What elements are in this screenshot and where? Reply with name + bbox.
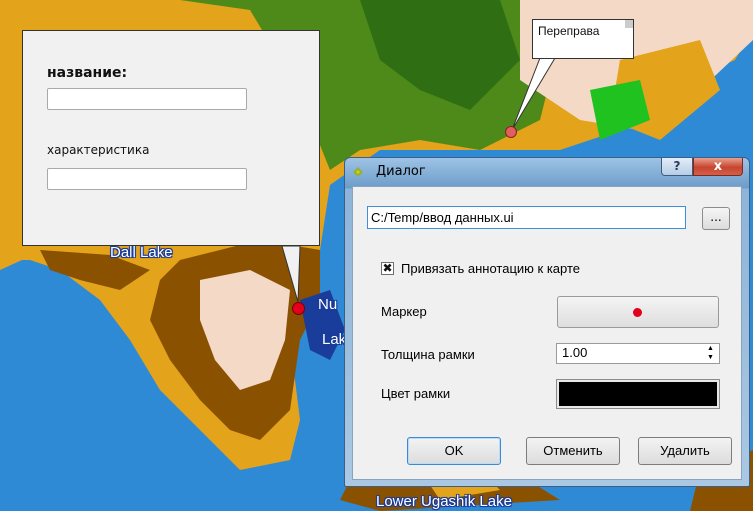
frame-color-label: Цвет рамки xyxy=(381,386,451,401)
text-annotation-balloon[interactable]: Переправа xyxy=(532,19,634,59)
frame-color-button[interactable] xyxy=(556,379,720,409)
dialog-title: Диалог xyxy=(376,164,426,179)
text-annotation-marker[interactable] xyxy=(505,126,517,138)
dialog-titlebar[interactable]: Диалог ? x xyxy=(345,158,749,186)
ui-file-path-input[interactable]: C:/Temp/ввод данных.ui xyxy=(367,206,686,229)
frame-width-label: Толщина рамки xyxy=(381,347,475,362)
dialog-window: Диалог ? x C:/Temp/ввод данных.ui ... ✖ … xyxy=(344,157,750,487)
characteristic-field[interactable] xyxy=(47,168,247,190)
qgis-icon xyxy=(353,167,363,177)
lake-label-nu: Nu xyxy=(318,296,338,313)
cancel-button[interactable]: Отменить xyxy=(526,437,620,465)
resize-handle[interactable] xyxy=(625,20,633,28)
help-button[interactable]: ? xyxy=(661,158,693,176)
form-annotation-balloon[interactable]: название: характеристика xyxy=(22,30,320,246)
marker-label: Маркер xyxy=(381,304,427,319)
marker-dot-icon xyxy=(633,308,642,317)
spin-up-icon[interactable]: ▲ xyxy=(703,345,718,353)
delete-button[interactable]: Удалить xyxy=(638,437,732,465)
attach-to-map-checkbox[interactable]: ✖ xyxy=(381,262,394,275)
name-field[interactable] xyxy=(47,88,247,110)
characteristic-label: характеристика xyxy=(47,143,150,157)
frame-width-spinbox[interactable]: 1.00 ▲ ▼ xyxy=(556,343,720,364)
marker-symbol-button[interactable] xyxy=(557,296,719,328)
form-annotation-marker[interactable] xyxy=(292,302,305,315)
lake-label-dall: Dall Lake xyxy=(110,244,173,261)
browse-button[interactable]: ... xyxy=(702,207,730,230)
dialog-body: C:/Temp/ввод данных.ui ... ✖ Привязать а… xyxy=(352,186,742,480)
lake-label-lower-ugashik: Lower Ugashik Lake xyxy=(376,493,512,510)
attach-to-map-label: Привязать аннотацию к карте xyxy=(401,261,581,276)
text-annotation-label: Переправа xyxy=(538,24,600,38)
ok-button[interactable]: OK xyxy=(407,437,501,465)
frame-width-value: 1.00 xyxy=(562,345,588,360)
form-title-label: название: xyxy=(47,65,128,81)
spin-down-icon[interactable]: ▼ xyxy=(703,354,718,362)
frame-color-swatch xyxy=(559,382,717,406)
close-button[interactable]: x xyxy=(693,158,743,176)
